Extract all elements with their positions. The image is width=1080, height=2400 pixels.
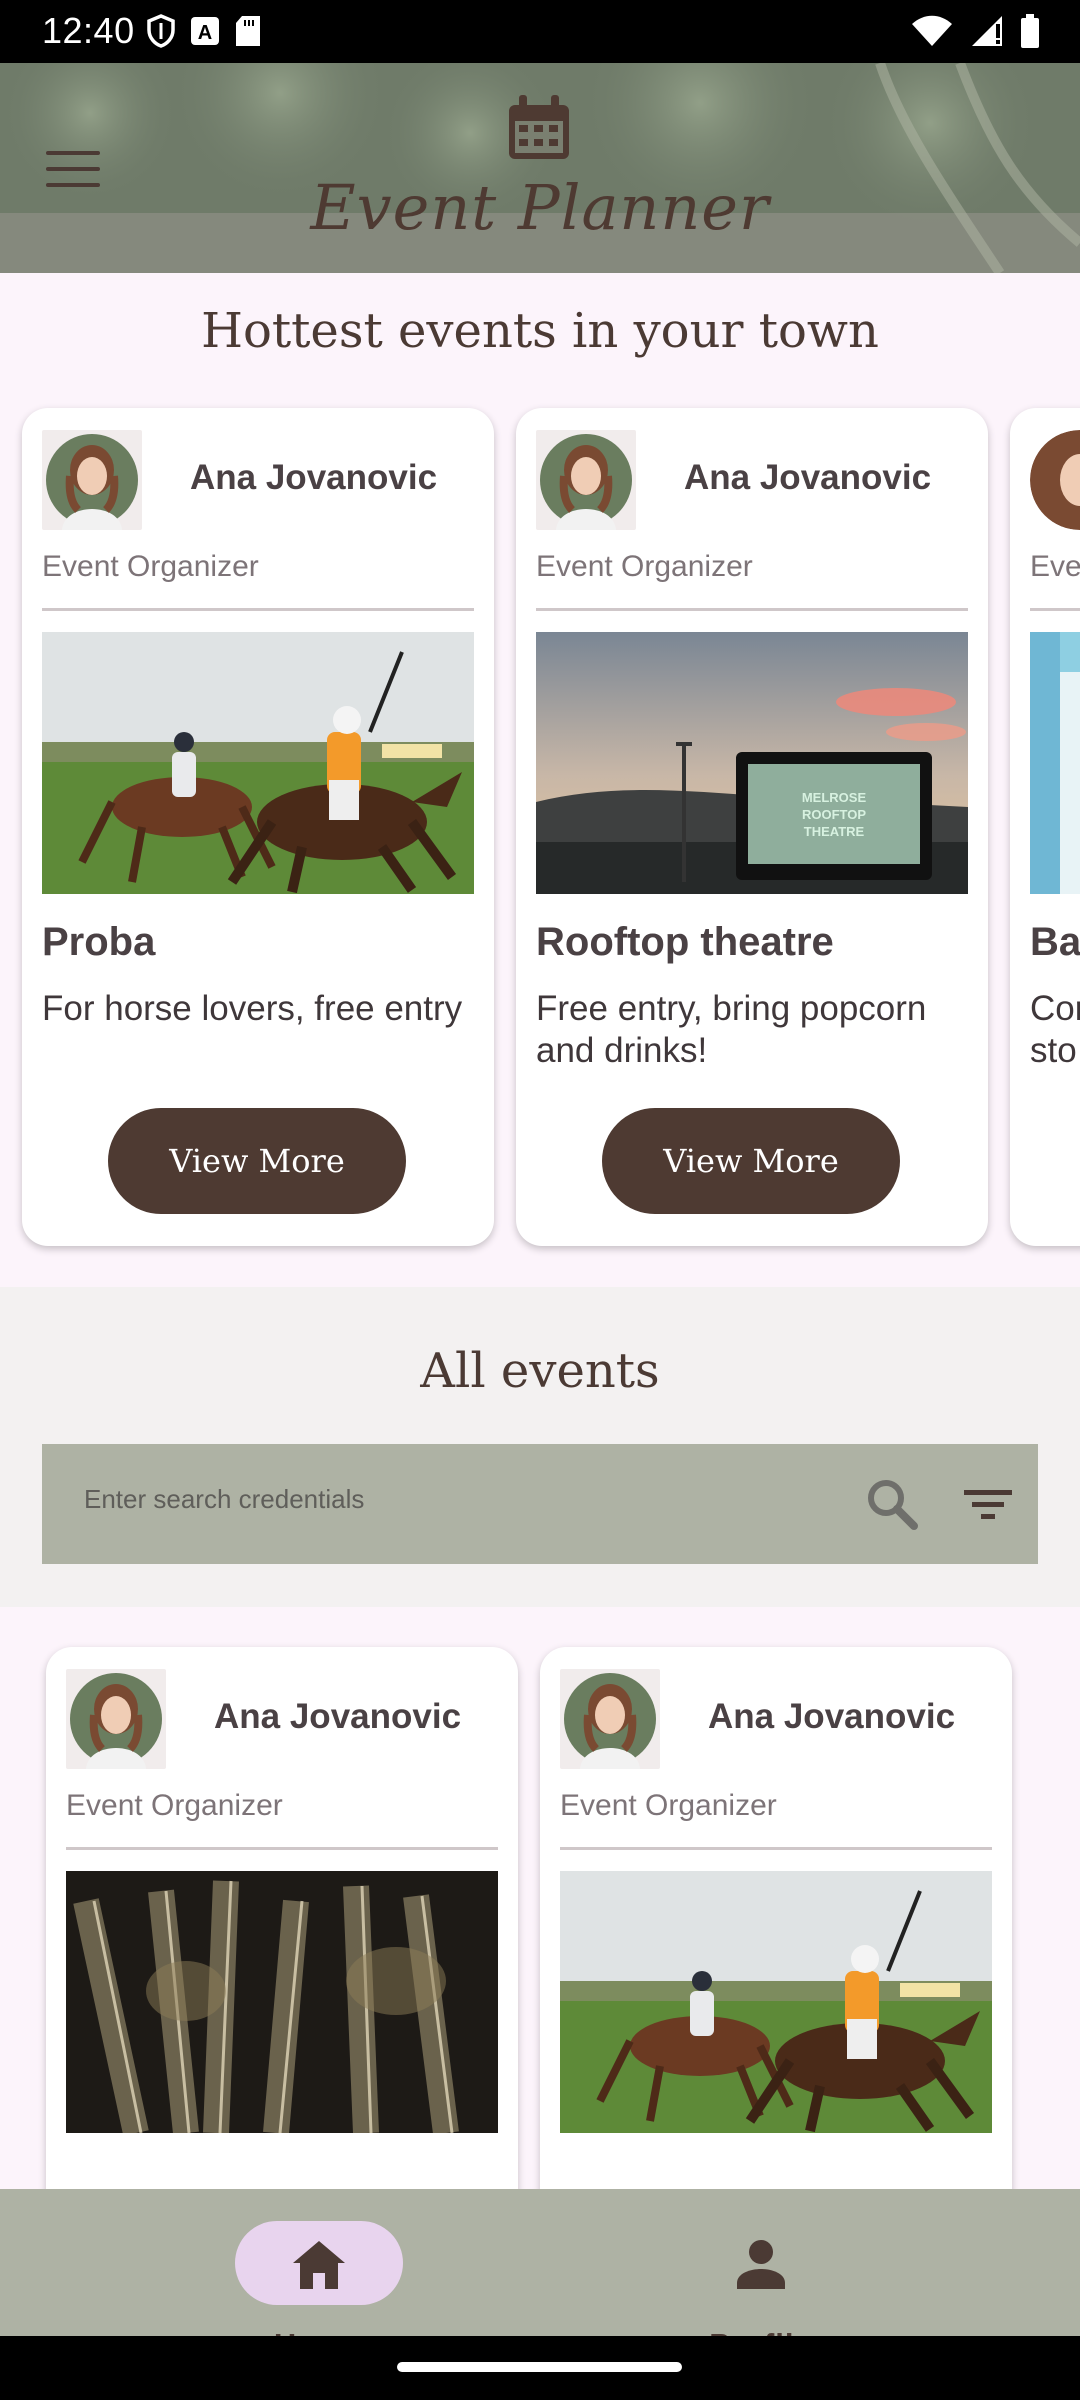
event-title: Ba [1030,920,1080,964]
hottest-events-section: Hottest events in your town Ana Jovanovi… [0,273,1080,1287]
event-image-rooftop: MELROSE ROOFTOP THEATRE [536,632,968,894]
organizer-name: Ana Jovanovic [190,458,438,497]
event-card[interactable]: Ana Jovanovic Event Organizer [22,408,494,1246]
status-bar: 12:40 A [0,0,1080,63]
app-title: Event Planner [310,171,770,244]
event-title: Proba [42,920,156,964]
nav-item-profile[interactable]: Profile [592,2189,892,2336]
organizer-name: Ana Jovanovic [214,1697,462,1736]
view-more-button[interactable]: View More [108,1108,406,1214]
keyboard-a-icon: A [191,17,219,45]
organizer-role: Event Organizer [42,550,259,583]
sd-card-icon [236,16,260,46]
gesture-handle[interactable] [397,2362,682,2372]
card-divider [1030,608,1080,611]
organizer-role: Eve [1030,550,1080,583]
nav-label-home: Home [150,2327,488,2336]
event-image-polo [42,632,474,894]
organizer-name: Ana Jovanovic [708,1697,956,1736]
avatar [66,1669,166,1769]
filter-icon[interactable] [960,1478,1016,1530]
system-navigation-area [0,2336,1080,2400]
hottest-events-title: Hottest events in your town [201,303,879,359]
wifi-icon [912,15,952,46]
all-events-title: All events [420,1343,660,1399]
home-icon [293,2241,345,2289]
event-description: Cor sto [1030,989,1080,1070]
svg-text:A: A [198,22,212,44]
event-image-polo [560,1871,992,2133]
event-description: For horse lovers, free entry [42,989,463,1028]
event-image-champagne [66,1871,498,2133]
organizer-role: Event Organizer [66,1789,283,1822]
card-divider [536,608,968,611]
app-header: Event Planner [0,63,1080,273]
search-icon[interactable] [862,1474,922,1534]
theatre-screen-text: ROOFTOP [802,807,866,822]
event-image-beach [1030,632,1080,894]
organizer-role: Event Organizer [536,550,753,583]
shield-icon [147,14,175,48]
status-time: 12:40 [42,10,135,51]
event-card[interactable]: Ana Jovanovic Event Organizer [516,408,988,1246]
person-icon [737,2240,785,2289]
card-divider [66,1847,498,1850]
all-events-section: All events [0,1287,1080,1607]
signal-icon [972,16,1002,46]
battery-icon [1021,14,1039,48]
organizer-name: Ana Jovanovic [684,458,932,497]
theatre-screen-text: MELROSE [802,790,867,805]
avatar [560,1669,660,1769]
card-divider [560,1847,992,1850]
theatre-screen-text: THEATRE [804,824,865,839]
event-description: Free entry, bring popcorn and drinks! [536,989,927,1070]
nav-item-home[interactable]: Home [150,2189,450,2336]
event-title: Rooftop theatre [536,920,834,964]
avatar [1030,430,1080,530]
nav-label-profile: Profile [592,2327,930,2336]
event-card[interactable]: Eve Ba Cor sto [1010,408,1080,1246]
search-input[interactable] [84,1484,844,1515]
search-bar [42,1444,1038,1564]
avatar [536,430,636,530]
calendar-icon [509,95,569,159]
app-screen: Event Planner Hottest events in your tow… [0,63,1080,2336]
bottom-navigation: Home Profile [0,2189,1080,2336]
avatar [42,430,142,530]
organizer-role: Event Organizer [560,1789,777,1822]
card-divider [42,608,474,611]
view-more-button[interactable]: View More [602,1108,900,1214]
